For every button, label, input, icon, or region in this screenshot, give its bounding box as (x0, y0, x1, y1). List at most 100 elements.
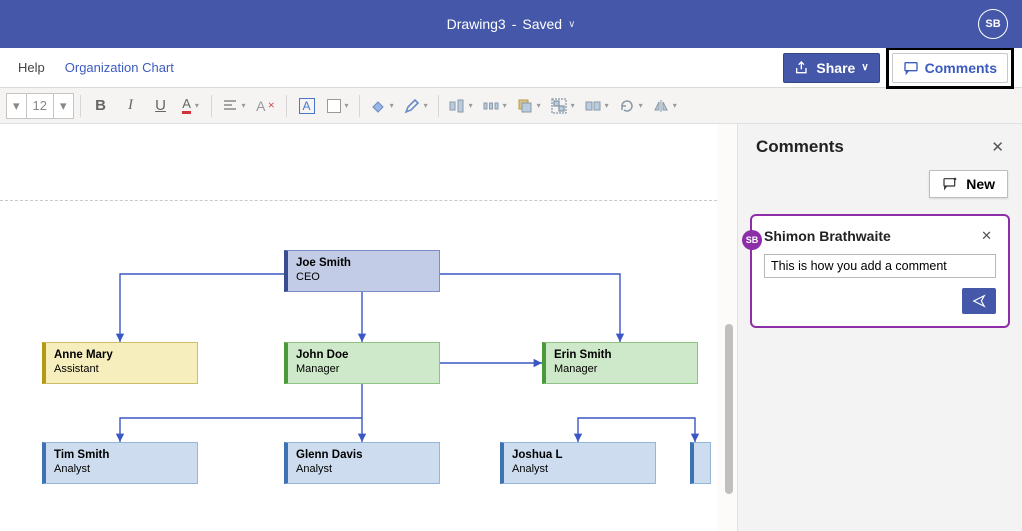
new-comment-button[interactable]: New (929, 170, 1008, 198)
italic-icon: I (128, 97, 133, 114)
tab-help-label: Help (18, 60, 45, 75)
bold-button[interactable]: B (87, 92, 115, 120)
node-role: Analyst (54, 463, 189, 475)
chevron-down-icon: ▾ (13, 98, 20, 114)
save-status: Saved (522, 16, 562, 32)
new-comment-label: New (966, 176, 995, 192)
align-objects-icon (449, 98, 465, 114)
title-separator: - (512, 16, 517, 32)
node-name: Erin Smith (554, 349, 689, 361)
org-node-mgr1[interactable]: John Doe Manager (284, 342, 440, 384)
arrange-icon (517, 98, 533, 114)
clear-format-button[interactable]: A⨯ (252, 92, 280, 120)
node-role: Analyst (296, 463, 431, 475)
underline-button[interactable]: U (147, 92, 175, 120)
node-role: Analyst (512, 463, 647, 475)
vertical-scrollbar[interactable] (725, 324, 733, 494)
org-node-asst[interactable]: Anne MaryAssistant (42, 342, 198, 384)
comments-panel-title: Comments (756, 137, 987, 157)
distribute-button[interactable]: ▾ (479, 92, 511, 120)
titlebar: Drawing3 - Saved ∨ SB (0, 0, 1022, 48)
chevron-down-icon: ▾ (390, 101, 394, 110)
node-role: Manager (296, 363, 431, 375)
text-box-button[interactable]: A (293, 92, 321, 120)
doc-name: Drawing3 (447, 16, 506, 32)
close-panel-button[interactable]: ✕ (987, 134, 1008, 160)
flip-button[interactable]: ▾ (649, 92, 681, 120)
share-icon (794, 60, 810, 76)
org-node-a3[interactable]: Joshua L Analyst (500, 442, 656, 484)
send-icon (971, 294, 987, 308)
fill-swatch-icon (327, 99, 341, 113)
close-icon: ✕ (991, 139, 1004, 156)
org-node-a4[interactable] (690, 442, 711, 484)
node-name: Joe Smith (296, 257, 431, 269)
arrange-button[interactable]: ▾ (513, 92, 545, 120)
chevron-down-icon: ▾ (345, 101, 349, 110)
ungroup-button[interactable]: ▾ (581, 92, 613, 120)
node-name: Joshua L (512, 449, 647, 461)
node-name: Glenn Davis (296, 449, 431, 461)
node-name: Tim Smith (54, 449, 189, 461)
node-name: John Doe (296, 349, 431, 361)
distribute-icon (483, 98, 499, 114)
send-comment-button[interactable] (962, 288, 996, 314)
font-size-control[interactable]: ▾ 12 ▾ (6, 93, 74, 119)
tab-org-chart-label: Organization Chart (65, 60, 174, 75)
org-node-a2[interactable]: Glenn Davis Analyst (284, 442, 440, 484)
formatting-toolbar: ▾ 12 ▾ B I U A▾ ▾ A⨯ A ▾ ▾ ▾ ▾ ▾ ▾ ▾ ▾ ▾… (0, 88, 1022, 124)
tab-organization-chart[interactable]: Organization Chart (55, 48, 184, 87)
chevron-down-icon: ▾ (673, 101, 677, 110)
clear-x-icon: ⨯ (267, 100, 275, 111)
bold-icon: B (95, 97, 106, 114)
node-role: Manager (554, 363, 689, 375)
italic-button[interactable]: I (117, 92, 145, 120)
chevron-down-icon: ▾ (60, 98, 67, 114)
share-button[interactable]: Share ∨ (783, 53, 879, 83)
align-button[interactable]: ▾ (218, 92, 250, 120)
chevron-down-icon: ▾ (537, 101, 541, 110)
shape-fill-button[interactable]: ▾ (366, 92, 398, 120)
comments-button-highlight: Comments (886, 47, 1014, 89)
fill-color-button[interactable]: ▾ (323, 92, 353, 120)
account-avatar[interactable]: SB (978, 9, 1008, 39)
node-role: Assistant (54, 363, 189, 375)
window-title[interactable]: Drawing3 - Saved ∨ (447, 16, 576, 32)
badge-initials: SB (746, 235, 759, 245)
align-left-icon (222, 98, 238, 114)
share-label: Share (816, 60, 855, 76)
chevron-down-icon: ▾ (242, 101, 246, 110)
comment-icon (903, 60, 919, 76)
org-node-ceo[interactable]: Joe Smith CEO (284, 250, 440, 292)
chevron-down-icon: ▾ (639, 101, 643, 110)
close-icon: ✕ (981, 228, 992, 243)
workspace: Joe Smith CEO Anne MaryAssistant John Doe Ma… (0, 124, 1022, 531)
tab-help[interactable]: Help (8, 48, 55, 87)
flip-icon (653, 98, 669, 114)
ungroup-icon (585, 98, 601, 114)
chevron-down-icon: ∨ (861, 62, 868, 73)
chevron-down-icon: ∨ (568, 19, 575, 30)
comment-input[interactable] (764, 254, 996, 278)
org-node-mgr2[interactable]: Erin Smith Manager (542, 342, 698, 384)
comments-button[interactable]: Comments (892, 53, 1008, 83)
rotate-icon (619, 98, 635, 114)
canvas[interactable]: Joe Smith CEO Anne MaryAssistant John Doe Ma… (0, 124, 737, 531)
paint-bucket-icon (370, 98, 386, 114)
font-color-button[interactable]: A▾ (177, 92, 205, 120)
comments-label: Comments (925, 60, 997, 76)
rotate-button[interactable]: ▾ (615, 92, 647, 120)
node-role: CEO (296, 271, 431, 283)
font-size-value: 12 (33, 98, 47, 113)
ribbon-tabs: Help Organization Chart Share ∨ Comments (0, 48, 1022, 88)
comment-card: SB Shimon Brathwaite ✕ (750, 214, 1010, 328)
comments-panel: Comments ✕ New SB Shimon Brathwaite ✕ (737, 124, 1022, 531)
comment-author-badge: SB (742, 230, 762, 250)
comment-author: Shimon Brathwaite (764, 228, 977, 244)
chevron-down-icon: ▾ (469, 101, 473, 110)
close-comment-button[interactable]: ✕ (977, 226, 996, 246)
group-button[interactable]: ▾ (547, 92, 579, 120)
org-node-a1[interactable]: Tim Smith Analyst (42, 442, 198, 484)
align-objects-button[interactable]: ▾ (445, 92, 477, 120)
line-color-button[interactable]: ▾ (400, 92, 432, 120)
